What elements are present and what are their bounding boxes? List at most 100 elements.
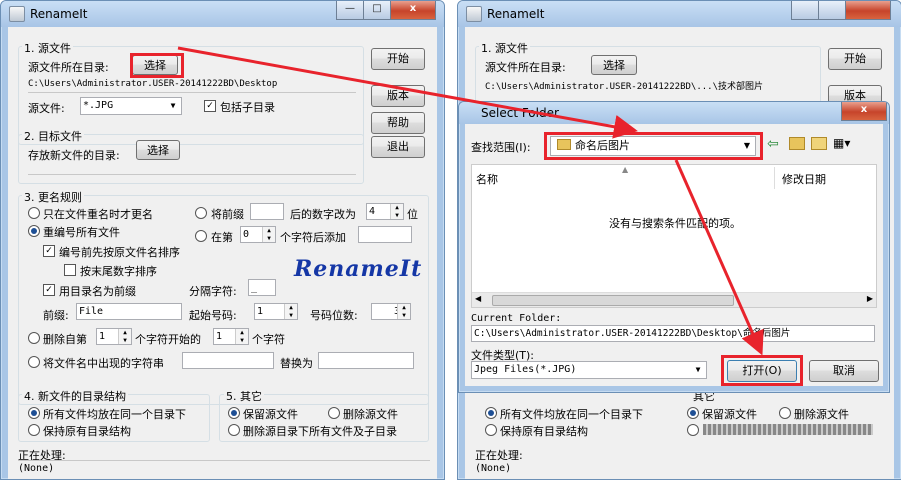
start-button[interactable]: 开始	[828, 48, 882, 70]
delete-count-spinner[interactable]: 1 ▲ ▼	[213, 328, 249, 345]
title-bar[interactable]: RenameIt — □ x	[1, 1, 444, 27]
file-list[interactable]: 名称 ▲ 修改日期 没有与搜索条件匹配的项。 ◀ ▶	[471, 164, 877, 308]
horizontal-scrollbar[interactable]: ◀ ▶	[472, 292, 876, 307]
source-dir-label: 源文件所在目录:	[28, 61, 109, 74]
target-dir-label: 存放新文件的目录:	[28, 149, 120, 162]
processing-value: (None)	[475, 463, 512, 474]
delete-text-c: 个字符	[252, 333, 285, 346]
exit-button[interactable]: 退出	[371, 136, 425, 158]
look-in-label: 查找范围(I):	[471, 141, 531, 154]
same-dir-radio[interactable]	[28, 407, 40, 419]
use-dir-prefix-label: 用目录名为前缀	[59, 285, 136, 298]
sort-by-tail-checkbox[interactable]	[64, 264, 76, 276]
current-folder-field[interactable]: C:\Users\Administrator.USER-20141222BD\D…	[471, 325, 875, 342]
maximize-button[interactable]	[818, 1, 846, 20]
spinner-arrows-icon[interactable]: ▲ ▼	[262, 227, 275, 242]
blurred-text	[703, 424, 873, 435]
source-group-title: 1. 源文件	[22, 40, 73, 56]
spinner-arrows-icon[interactable]: ▲ ▼	[235, 329, 248, 344]
delete-source-label: 删除源文件	[794, 408, 849, 421]
processing-value: (None)	[18, 463, 55, 474]
keep-source-radio[interactable]	[687, 407, 699, 419]
replace-text-b: 替换为	[280, 357, 313, 370]
help-button[interactable]: 帮助	[371, 112, 425, 134]
sort-by-name-checkbox[interactable]: ✓	[43, 245, 55, 257]
prefix-input[interactable]: File	[76, 303, 182, 320]
same-dir-radio[interactable]	[485, 407, 497, 419]
source-path-underline	[28, 92, 356, 93]
column-name-header[interactable]: 名称	[476, 171, 498, 187]
separator-input[interactable]: _	[248, 279, 276, 296]
delete-all-sub-label: 删除源目录下所有文件及子目录	[243, 425, 397, 438]
delete-all-sub-radio[interactable]	[687, 424, 699, 436]
column-date-header[interactable]: 修改日期	[782, 171, 826, 187]
file-type-value: Jpeg Files(*.JPG)	[474, 364, 577, 375]
minimize-button[interactable]: —	[336, 1, 364, 20]
rules-group-title: 3. 更名规则	[22, 189, 84, 205]
close-button[interactable]	[845, 1, 891, 20]
replace-radio[interactable]	[28, 356, 40, 368]
dialog-close-button[interactable]: x	[841, 102, 887, 121]
include-subdir-checkbox[interactable]: ✓	[204, 100, 216, 112]
replace-find-input[interactable]	[182, 352, 274, 369]
same-dir-label: 所有文件均放在同一个目录下	[500, 408, 643, 421]
use-dir-prefix-checkbox[interactable]: ✓	[43, 284, 55, 296]
delete-radio[interactable]	[28, 332, 40, 344]
title-bar[interactable]: RenameIt	[458, 1, 901, 27]
new-folder-icon[interactable]	[811, 137, 827, 150]
renumber-all-radio[interactable]	[28, 225, 40, 237]
insert-radio[interactable]	[195, 230, 207, 242]
chevron-down-icon: ▼	[170, 101, 176, 110]
digits-spinner[interactable]: 3 ▲▼	[371, 303, 411, 320]
spinner-arrows-icon[interactable]: ▲ ▼	[118, 329, 131, 344]
rename-only-radio[interactable]	[28, 207, 40, 219]
chevron-down-icon: ▼	[695, 365, 701, 374]
filter-select[interactable]: *.JPG ▼	[80, 97, 182, 115]
scroll-thumb[interactable]	[492, 295, 734, 306]
file-type-select[interactable]: Jpeg Files(*.JPG) ▼	[471, 361, 707, 379]
dialog-client: 查找范围(I): 命名后图片 ▼ ⇦ ▦▾ 名称 ▲ 修改日期 没有与搜索条件匹…	[465, 124, 883, 386]
insert-text-input[interactable]	[358, 226, 412, 243]
empty-message: 没有与搜索条件匹配的项。	[609, 217, 741, 230]
prefix-number-blank-input[interactable]	[250, 203, 284, 220]
spinner-arrows-icon[interactable]: ▲ ▼	[390, 204, 403, 219]
keep-dir-radio[interactable]	[485, 424, 497, 436]
version-button[interactable]: 版本	[371, 85, 425, 107]
delete-source-radio[interactable]	[328, 407, 340, 419]
scroll-left-icon[interactable]: ◀	[475, 294, 481, 303]
back-arrow-icon[interactable]: ⇦	[767, 136, 779, 152]
dialog-title: Select Folder	[481, 106, 559, 120]
keep-source-radio[interactable]	[228, 407, 240, 419]
maximize-button[interactable]: □	[363, 1, 391, 20]
delete-from-spinner[interactable]: 1 ▲ ▼	[96, 328, 132, 345]
insert-position-value: 0	[243, 229, 250, 240]
start-number-spinner[interactable]: 1 ▲ ▼	[254, 303, 298, 320]
spinner-arrows-icon[interactable]: ▲ ▼	[397, 304, 410, 319]
cancel-button[interactable]: 取消	[809, 360, 879, 382]
dialog-title-bar[interactable]: Select Folder x	[459, 102, 889, 124]
prefix-number-spinner[interactable]: 4 ▲ ▼	[366, 203, 404, 220]
close-button[interactable]: x	[390, 1, 436, 20]
scroll-right-icon[interactable]: ▶	[867, 294, 873, 303]
delete-source-label: 删除源文件	[343, 408, 398, 421]
processing-underline	[18, 460, 430, 461]
app-icon	[9, 6, 25, 22]
replace-with-input[interactable]	[318, 352, 414, 369]
prefix-number-radio[interactable]	[195, 207, 207, 219]
delete-all-sub-radio[interactable]	[228, 424, 240, 436]
keep-dir-radio[interactable]	[28, 424, 40, 436]
select-folder-dialog: Select Folder x 查找范围(I): 命名后图片 ▼ ⇦ ▦▾ 名称…	[458, 101, 890, 393]
spinner-arrows-icon[interactable]: ▲ ▼	[284, 304, 297, 319]
client-area: 1. 源文件 源文件所在目录: 选择 C:\Users\Administrato…	[8, 27, 437, 479]
view-menu-icon[interactable]: ▦▾	[833, 136, 850, 150]
prefix-number-text-c: 位	[407, 208, 418, 221]
target-select-button[interactable]: 选择	[136, 140, 180, 160]
insert-position-spinner[interactable]: 0 ▲ ▼	[240, 226, 276, 243]
delete-source-radio[interactable]	[779, 407, 791, 419]
minimize-button[interactable]	[791, 1, 819, 20]
start-button[interactable]: 开始	[371, 48, 425, 70]
target-path-underline	[28, 174, 356, 175]
source-select-button[interactable]: 选择	[591, 55, 637, 75]
up-folder-icon[interactable]	[789, 137, 805, 150]
source-path-field: C:\Users\Administrator.USER-20141222BD\D…	[28, 79, 278, 89]
